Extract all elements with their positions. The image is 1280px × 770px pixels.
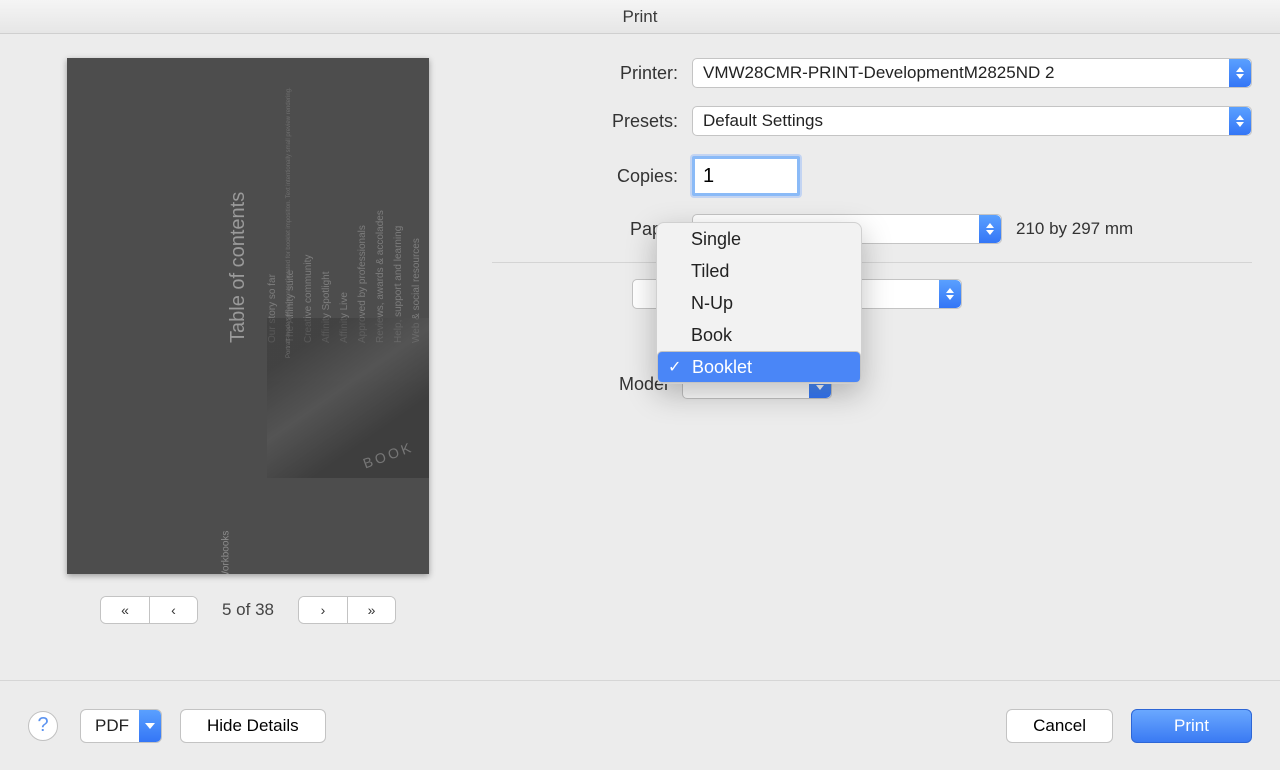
model-option-booklet[interactable]: Booklet	[657, 351, 861, 383]
model-option-tiled[interactable]: Tiled	[657, 255, 861, 287]
toc-heading: Table of contents	[227, 83, 250, 343]
printer-select[interactable]: VMW28CMR-PRINT-DevelopmentM2825ND 2	[692, 58, 1252, 88]
toc-item: Reviews, awards & accolades	[372, 83, 390, 343]
page-counter: 5 of 38	[222, 600, 274, 620]
model-option-n-up[interactable]: N-Up	[657, 287, 861, 319]
dialog-content: Table of contents Our story so farThe Af…	[0, 34, 1280, 666]
dropdown-arrows-icon	[979, 215, 1001, 243]
window-titlebar: Print	[0, 0, 1280, 34]
toc-item: Affinity Live	[336, 83, 354, 343]
hide-details-button[interactable]: Hide Details	[180, 709, 326, 743]
preview-workbooks-label: Workbooks	[220, 531, 231, 574]
prev-page-button[interactable]: ‹	[149, 597, 197, 623]
toc-item: Help, support and learning	[390, 83, 408, 343]
presets-label: Presets:	[492, 111, 692, 132]
model-option-book[interactable]: Book	[657, 319, 861, 351]
copies-input[interactable]	[692, 156, 800, 196]
toc-item: Approved by professionals	[354, 83, 372, 343]
window-title: Print	[623, 7, 658, 26]
presets-select[interactable]: Default Settings	[692, 106, 1252, 136]
printer-value: VMW28CMR-PRINT-DevelopmentM2825ND 2	[703, 63, 1054, 83]
print-preview: Table of contents Our story so farThe Af…	[28, 58, 468, 666]
dropdown-arrows-icon	[1229, 107, 1251, 135]
preview-pager: « ‹ 5 of 38 › »	[100, 596, 396, 624]
chevron-down-icon	[139, 710, 161, 742]
model-option-single[interactable]: Single	[657, 223, 861, 255]
paper-dimensions: 210 by 297 mm	[1016, 219, 1133, 239]
preview-photo-label: BOOK	[360, 439, 415, 472]
toc-item: Official Workbooks	[426, 83, 429, 343]
help-button[interactable]: ?	[28, 711, 58, 741]
dialog-bottom-bar: ? PDF Hide Details Cancel Print	[0, 680, 1280, 770]
pdf-menu-button[interactable]: PDF	[80, 709, 162, 743]
next-page-button[interactable]: ›	[299, 597, 347, 623]
presets-value: Default Settings	[703, 111, 823, 131]
dropdown-arrows-icon	[939, 280, 961, 308]
preview-blurb: Portrait-mode spread content rotated for…	[285, 58, 294, 358]
print-button[interactable]: Print	[1131, 709, 1252, 743]
copies-label: Copies:	[492, 166, 692, 187]
toc-item: Our story so far	[264, 83, 282, 343]
last-page-button[interactable]: »	[347, 597, 395, 623]
printer-label: Printer:	[492, 63, 692, 84]
dropdown-arrows-icon	[1229, 59, 1251, 87]
preview-page: Table of contents Our story so farThe Af…	[67, 58, 429, 574]
toc-item: Creative community	[300, 83, 318, 343]
cancel-button[interactable]: Cancel	[1006, 709, 1113, 743]
divider	[492, 262, 1252, 263]
first-page-button[interactable]: «	[101, 597, 149, 623]
model-label: Model	[492, 374, 682, 395]
toc-item: Affinity Spotlight	[318, 83, 336, 343]
toc-item: Web & social resources	[408, 83, 426, 343]
model-dropdown-menu[interactable]: SingleTiledN-UpBookBooklet	[656, 222, 862, 384]
pdf-label: PDF	[95, 716, 129, 736]
